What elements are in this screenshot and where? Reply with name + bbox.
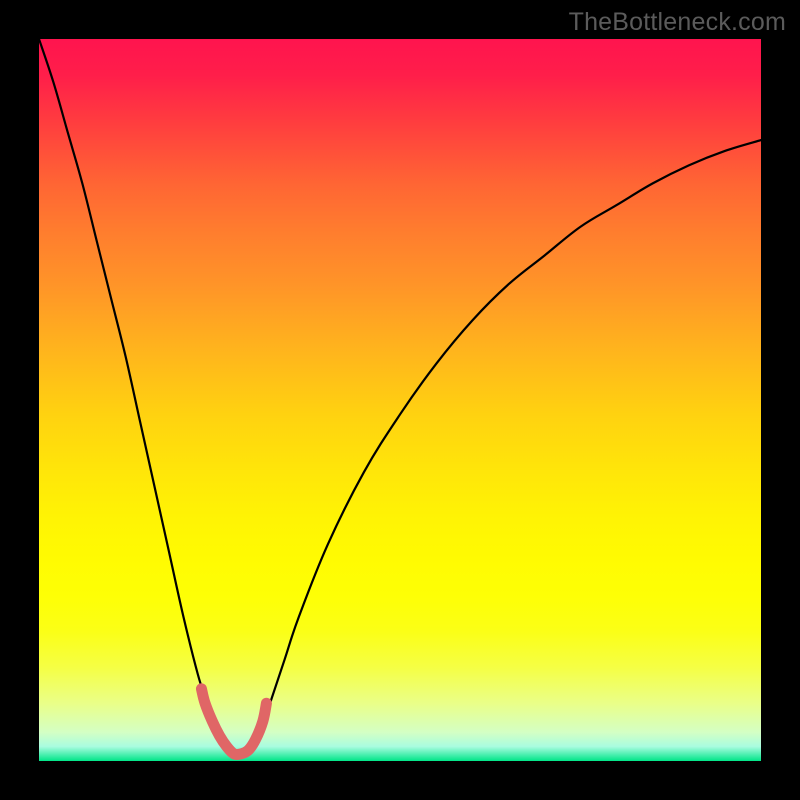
bottleneck-curve xyxy=(39,39,761,755)
watermark-text: TheBottleneck.com xyxy=(569,8,786,37)
plot-area xyxy=(39,39,761,761)
highlight-segment xyxy=(201,689,266,755)
curve-layer xyxy=(39,39,761,761)
chart-frame: TheBottleneck.com xyxy=(0,0,800,800)
